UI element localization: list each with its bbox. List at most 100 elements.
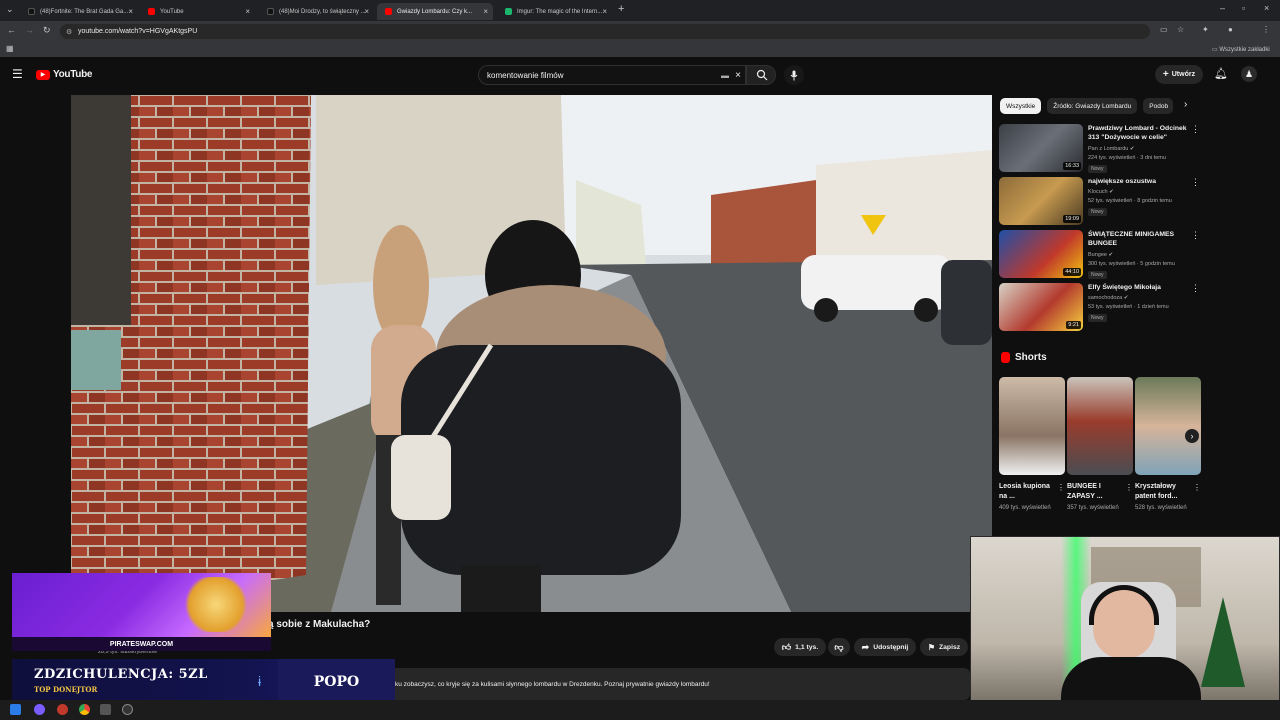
webcam-overlay (970, 536, 1280, 714)
channel-name[interactable]: Pan z Lombardu ✔ (1088, 146, 1135, 152)
close-tab-icon[interactable]: × (602, 7, 607, 16)
discord-icon[interactable] (34, 704, 45, 715)
youtube-header: ☰ ▶ YouTube komentowanie filmów ▬ × + Ut… (0, 57, 1280, 94)
short-thumbnail[interactable] (999, 377, 1065, 475)
clear-search-icon[interactable]: × (735, 70, 741, 81)
short-item-3[interactable]: › Kryształowy patent ford... 528 tys. wy… (1135, 377, 1201, 513)
short-title[interactable]: Leosia kupiona na ... (999, 482, 1057, 502)
close-window-icon[interactable]: × (1264, 3, 1269, 13)
notifications-bell-icon[interactable]: 🔔︎ (1214, 67, 1228, 80)
chip-similar[interactable]: Podob (1143, 98, 1174, 114)
hamburger-menu-icon[interactable]: ☰ (12, 67, 23, 81)
tab-title: Gwiazdy Lombardu: Czy k... (397, 8, 473, 15)
minimize-icon[interactable]: – (1220, 3, 1225, 13)
video-player[interactable] (71, 95, 992, 612)
short-item-1[interactable]: Leosia kupiona na ... 409 tys. wyświetle… (999, 377, 1065, 513)
shorts-header: Shorts (1001, 352, 1047, 363)
search-button[interactable] (746, 65, 776, 85)
profile-icon[interactable]: ● (1228, 25, 1233, 34)
menu-dots-icon[interactable]: ⋮ (1262, 25, 1270, 34)
more-actions-icon[interactable]: ⋮ (1191, 230, 1200, 241)
back-icon[interactable]: ← (7, 25, 16, 35)
short-title[interactable]: BUNGEE I ZAPASY ... (1067, 482, 1125, 502)
windows-start-icon[interactable] (10, 704, 21, 715)
youtube-logo[interactable]: ▶ YouTube (36, 69, 93, 80)
close-tab-icon[interactable]: × (483, 7, 488, 16)
video-meta: 300 tys. wyświetleń · 5 godzin temu (1088, 261, 1175, 267)
chip-all[interactable]: Wszystkie (1000, 98, 1042, 114)
cast-icon[interactable]: ▭ (1160, 25, 1168, 34)
more-actions-icon[interactable]: ⋮ (1191, 283, 1200, 294)
like-button[interactable]: 👍︎ 1,1 tys. (774, 638, 826, 656)
recommended-video-4[interactable]: 9:21 Elfy Świętego Mikołaja samochodoza … (999, 283, 1204, 333)
all-bookmarks-link[interactable]: ▭ Wszystkie zakładki (1212, 46, 1270, 53)
video-title[interactable]: największe oszustwa (1088, 177, 1198, 186)
info-icon: ɨ (258, 673, 262, 689)
save-button[interactable]: ⚑ Zapisz (920, 638, 968, 656)
video-meta: 53 tys. wyświetleń · 1 dzień temu (1088, 304, 1169, 310)
maximize-icon[interactable]: ▫ (1242, 3, 1245, 13)
recommended-video-2[interactable]: 19:09 największe oszustwa Klocuch ✔ 52 t… (999, 177, 1204, 227)
chrome-icon[interactable] (79, 704, 90, 715)
bookmarks-label: Wszystkie zakładki (1219, 47, 1270, 53)
dislike-button[interactable]: 👎︎ (828, 638, 850, 656)
bookmark-star-icon[interactable]: ☆ (1177, 25, 1184, 34)
recommended-video-1[interactable]: 16:33 Prawdziwy Lombard - Odcinek 313 "D… (999, 124, 1204, 174)
browser-tab-4-active[interactable]: Gwiazdy Lombardu: Czy k... × (377, 3, 493, 20)
extensions-icon[interactable]: ✦ (1202, 25, 1209, 34)
browser-tab-2[interactable]: YouTube × (140, 3, 255, 20)
short-thumbnail[interactable] (1067, 377, 1133, 475)
close-tab-icon[interactable]: × (364, 7, 369, 16)
bookmarks-bar: ▦ ▭ Wszystkie zakładki (0, 42, 1280, 57)
app-icon-red[interactable] (57, 704, 68, 715)
save-playlist-icon: ⚑ (927, 642, 935, 652)
more-actions-icon[interactable]: ⋮ (1191, 177, 1200, 188)
short-thumbnail[interactable]: › (1135, 377, 1201, 475)
close-tab-icon[interactable]: × (128, 7, 133, 16)
tab-list-icon[interactable]: ⌄ (6, 4, 14, 15)
chevron-right-icon[interactable]: › (1184, 99, 1187, 110)
short-item-2[interactable]: BUNGEE I ZAPASY ... 357 tys. wyświetleń … (1067, 377, 1133, 513)
more-actions-icon[interactable]: ⋮ (1125, 483, 1133, 492)
next-shorts-icon[interactable]: › (1185, 429, 1199, 443)
new-badge: Nowy (1088, 314, 1107, 322)
video-description: ku zobaczysz, co kryje się za kulisami s… (395, 681, 710, 688)
new-tab-icon[interactable]: + (618, 3, 624, 15)
forward-icon[interactable]: → (25, 25, 34, 35)
app-icon-gray[interactable] (100, 704, 111, 715)
url-text: youtube.com/watch?v=HGVgAKtgsPU (78, 28, 198, 35)
channel-name[interactable]: Klocuch ✔ (1088, 189, 1114, 195)
keyboard-icon[interactable]: ▬ (721, 71, 729, 80)
browser-tab-3[interactable]: (48)Moi Drodzy, to świąteczny ... × (259, 3, 374, 20)
video-thumbnail[interactable]: 16:33 (999, 124, 1083, 172)
reload-icon[interactable]: ↻ (43, 25, 51, 36)
share-button[interactable]: ➦ Udostępnij (854, 638, 916, 656)
video-thumbnail[interactable]: 19:09 (999, 177, 1083, 225)
apps-grid-icon[interactable]: ▦ (6, 44, 14, 53)
channel-name[interactable]: samochodoza ✔ (1088, 295, 1128, 301)
search-input[interactable]: komentowanie filmów ▬ × (478, 65, 746, 85)
video-thumbnail[interactable]: 9:21 (999, 283, 1083, 331)
app-icon-circle[interactable] (122, 704, 133, 715)
channel-name[interactable]: Bungee ✔ (1088, 252, 1113, 258)
close-tab-icon[interactable]: × (245, 7, 250, 16)
more-actions-icon[interactable]: ⋮ (1193, 483, 1201, 492)
video-title: ą sobie z Makulacha? (268, 619, 371, 630)
more-actions-icon[interactable]: ⋮ (1191, 124, 1200, 135)
more-actions-icon[interactable]: ⋮ (1057, 483, 1065, 492)
site-info-icon[interactable]: ⚙ (66, 28, 72, 36)
video-title[interactable]: ŚWIĄTECZNE MINIGAMES BUNGEE (1088, 230, 1198, 248)
chip-source[interactable]: Źródło: Gwiazdy Lombardu (1047, 98, 1138, 114)
voice-search-button[interactable] (784, 65, 804, 85)
account-avatar[interactable]: ♟ (1241, 66, 1257, 82)
video-thumbnail[interactable]: 44:10 (999, 230, 1083, 278)
tiktok-favicon-icon (28, 8, 35, 15)
video-title[interactable]: Prawdziwy Lombard - Odcinek 313 "Dożywoc… (1088, 124, 1198, 142)
recommended-video-3[interactable]: 44:10 ŚWIĄTECZNE MINIGAMES BUNGEE Bungee… (999, 230, 1204, 280)
browser-tab-1[interactable]: (48)Fortnite: The Brat Gada Ga... × (20, 3, 138, 20)
browser-tab-5[interactable]: Imgur: The magic of the Intern... × (497, 3, 612, 20)
video-title[interactable]: Elfy Świętego Mikołaja (1088, 283, 1198, 292)
create-button[interactable]: + Utwórz (1155, 65, 1203, 84)
short-title[interactable]: Kryształowy patent ford... (1135, 482, 1193, 502)
url-bar[interactable]: ⚙ youtube.com/watch?v=HGVgAKtgsPU (60, 24, 1150, 39)
